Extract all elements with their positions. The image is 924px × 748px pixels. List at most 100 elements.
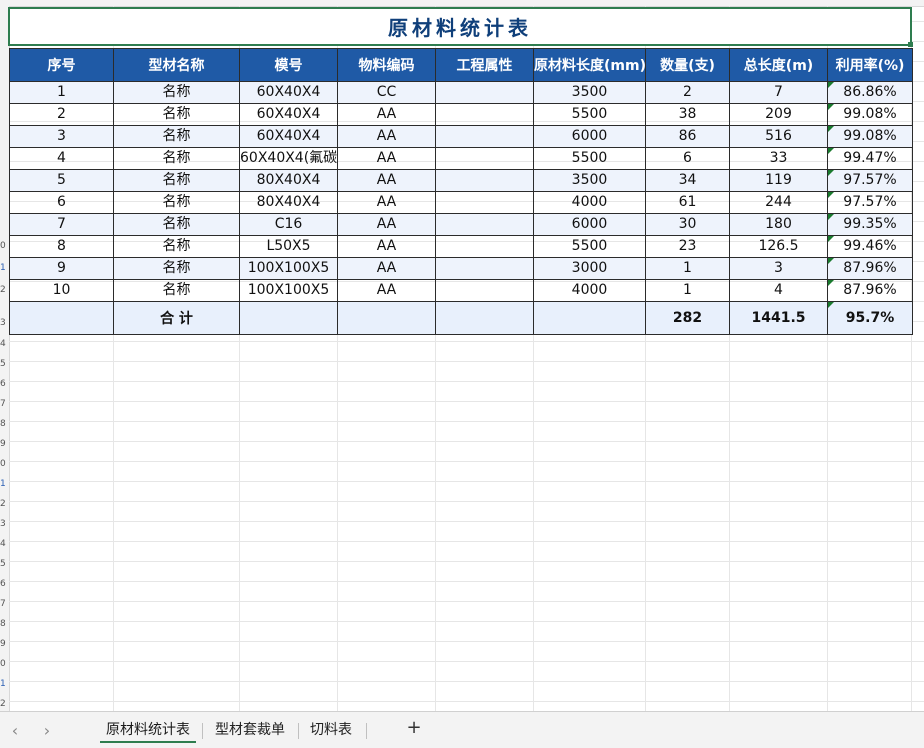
cell-engineering-property[interactable] bbox=[435, 191, 534, 214]
table-cell[interactable] bbox=[435, 301, 534, 335]
cell-quantity[interactable]: 23 bbox=[645, 235, 730, 258]
total-quantity[interactable]: 282 bbox=[645, 301, 730, 335]
cell-total-length[interactable]: 33 bbox=[729, 147, 828, 170]
cell-raw-length[interactable]: 5500 bbox=[533, 103, 646, 126]
cell-profile-name[interactable]: 名称 bbox=[113, 191, 240, 214]
cell-profile-name[interactable]: 名称 bbox=[113, 279, 240, 302]
cell-material-code[interactable]: AA bbox=[337, 147, 436, 170]
cell-material-code[interactable]: AA bbox=[337, 213, 436, 236]
tab-cutting-list[interactable]: 切料表 bbox=[304, 719, 358, 741]
cell-profile-name[interactable]: 名称 bbox=[113, 213, 240, 236]
cell-total-length[interactable]: 7 bbox=[729, 81, 828, 104]
cell-quantity[interactable]: 2 bbox=[645, 81, 730, 104]
cell-total-length[interactable]: 516 bbox=[729, 125, 828, 148]
cell-utilization[interactable]: 87.96% bbox=[827, 279, 913, 302]
cell-raw-length[interactable]: 4000 bbox=[533, 191, 646, 214]
table-cell[interactable] bbox=[533, 301, 646, 335]
cell-utilization[interactable]: 97.57% bbox=[827, 169, 913, 192]
row-number[interactable]: 4 bbox=[0, 539, 9, 549]
row-number[interactable]: 2 bbox=[0, 499, 9, 509]
cell-index[interactable]: 4 bbox=[9, 147, 114, 170]
row-number[interactable]: 1 bbox=[0, 263, 9, 273]
cell-profile-name[interactable]: 名称 bbox=[113, 147, 240, 170]
cell-quantity[interactable]: 6 bbox=[645, 147, 730, 170]
row-number[interactable]: 6 bbox=[0, 379, 9, 389]
selection-handle[interactable] bbox=[908, 42, 913, 47]
cell-material-code[interactable]: AA bbox=[337, 103, 436, 126]
total-utilization[interactable]: 95.7% bbox=[827, 301, 913, 335]
row-number[interactable]: 0 bbox=[0, 459, 9, 469]
cell-engineering-property[interactable] bbox=[435, 125, 534, 148]
cell-utilization[interactable]: 99.08% bbox=[827, 103, 913, 126]
cell-model[interactable]: 60X40X4 bbox=[239, 103, 338, 126]
cell-model[interactable]: 100X100X5 bbox=[239, 257, 338, 280]
cell-material-code[interactable]: AA bbox=[337, 169, 436, 192]
row-number[interactable]: 8 bbox=[0, 619, 9, 629]
cell-model[interactable]: 60X40X4 bbox=[239, 125, 338, 148]
cell-index[interactable]: 6 bbox=[9, 191, 114, 214]
header-material-code[interactable]: 物料编码 bbox=[337, 48, 436, 82]
cell-utilization[interactable]: 86.86% bbox=[827, 81, 913, 104]
cell-profile-name[interactable]: 名称 bbox=[113, 235, 240, 258]
header-total-length[interactable]: 总长度(m) bbox=[729, 48, 828, 82]
cell-index[interactable]: 3 bbox=[9, 125, 114, 148]
cell-utilization[interactable]: 99.47% bbox=[827, 147, 913, 170]
cell-quantity[interactable]: 61 bbox=[645, 191, 730, 214]
cell-profile-name[interactable]: 名称 bbox=[113, 81, 240, 104]
cell-profile-name[interactable]: 名称 bbox=[113, 125, 240, 148]
row-number[interactable]: 8 bbox=[0, 419, 9, 429]
cell-engineering-property[interactable] bbox=[435, 257, 534, 280]
tab-raw-material-stats[interactable]: 原材料统计表 bbox=[100, 719, 196, 743]
cell-quantity[interactable]: 1 bbox=[645, 257, 730, 280]
cell-total-length[interactable]: 180 bbox=[729, 213, 828, 236]
cell-index[interactable]: 10 bbox=[9, 279, 114, 302]
cell-quantity[interactable]: 1 bbox=[645, 279, 730, 302]
cell-model[interactable]: 80X40X4 bbox=[239, 169, 338, 192]
cell-raw-length[interactable]: 3500 bbox=[533, 81, 646, 104]
cell-total-length[interactable]: 244 bbox=[729, 191, 828, 214]
row-number[interactable]: 9 bbox=[0, 439, 9, 449]
sheet-title[interactable]: 原材料统计表 bbox=[8, 7, 913, 47]
row-number[interactable]: 9 bbox=[0, 639, 9, 649]
row-number[interactable]: 3 bbox=[0, 318, 9, 328]
cell-quantity[interactable]: 34 bbox=[645, 169, 730, 192]
cell-index[interactable]: 7 bbox=[9, 213, 114, 236]
cell-quantity[interactable]: 86 bbox=[645, 125, 730, 148]
cell-profile-name[interactable]: 名称 bbox=[113, 257, 240, 280]
cell-material-code[interactable]: AA bbox=[337, 191, 436, 214]
row-number[interactable]: 4 bbox=[0, 339, 9, 349]
row-number[interactable]: 5 bbox=[0, 359, 9, 369]
cell-model[interactable]: 80X40X4 bbox=[239, 191, 338, 214]
table-cell[interactable] bbox=[9, 301, 114, 335]
cell-material-code[interactable]: AA bbox=[337, 257, 436, 280]
cell-material-code[interactable]: CC bbox=[337, 81, 436, 104]
row-number[interactable]: 0 bbox=[0, 241, 9, 251]
row-number[interactable]: 6 bbox=[0, 579, 9, 589]
row-number[interactable]: 7 bbox=[0, 599, 9, 609]
cell-material-code[interactable]: AA bbox=[337, 125, 436, 148]
cell-engineering-property[interactable] bbox=[435, 279, 534, 302]
cell-model[interactable]: 60X40X4 bbox=[239, 81, 338, 104]
tab-profile-cutting[interactable]: 型材套裁单 bbox=[209, 719, 291, 741]
row-number[interactable]: 2 bbox=[0, 285, 9, 295]
cell-raw-length[interactable]: 3000 bbox=[533, 257, 646, 280]
table-cell[interactable] bbox=[239, 301, 338, 335]
cell-total-length[interactable]: 209 bbox=[729, 103, 828, 126]
cell-material-code[interactable]: AA bbox=[337, 235, 436, 258]
table-cell[interactable] bbox=[337, 301, 436, 335]
cell-index[interactable]: 8 bbox=[9, 235, 114, 258]
header-engineering-property[interactable]: 工程属性 bbox=[435, 48, 534, 82]
cell-index[interactable]: 5 bbox=[9, 169, 114, 192]
cell-model[interactable]: 100X100X5 bbox=[239, 279, 338, 302]
header-profile-name[interactable]: 型材名称 bbox=[113, 48, 240, 82]
row-number[interactable]: 7 bbox=[0, 399, 9, 409]
row-number[interactable]: 0 bbox=[0, 659, 9, 669]
cell-utilization[interactable]: 99.08% bbox=[827, 125, 913, 148]
cell-total-length[interactable]: 126.5 bbox=[729, 235, 828, 258]
row-number[interactable]: 2 bbox=[0, 699, 9, 709]
cell-total-length[interactable]: 119 bbox=[729, 169, 828, 192]
total-label[interactable]: 合 计 bbox=[113, 301, 240, 335]
cell-total-length[interactable]: 3 bbox=[729, 257, 828, 280]
cell-raw-length[interactable]: 5500 bbox=[533, 147, 646, 170]
cell-profile-name[interactable]: 名称 bbox=[113, 103, 240, 126]
